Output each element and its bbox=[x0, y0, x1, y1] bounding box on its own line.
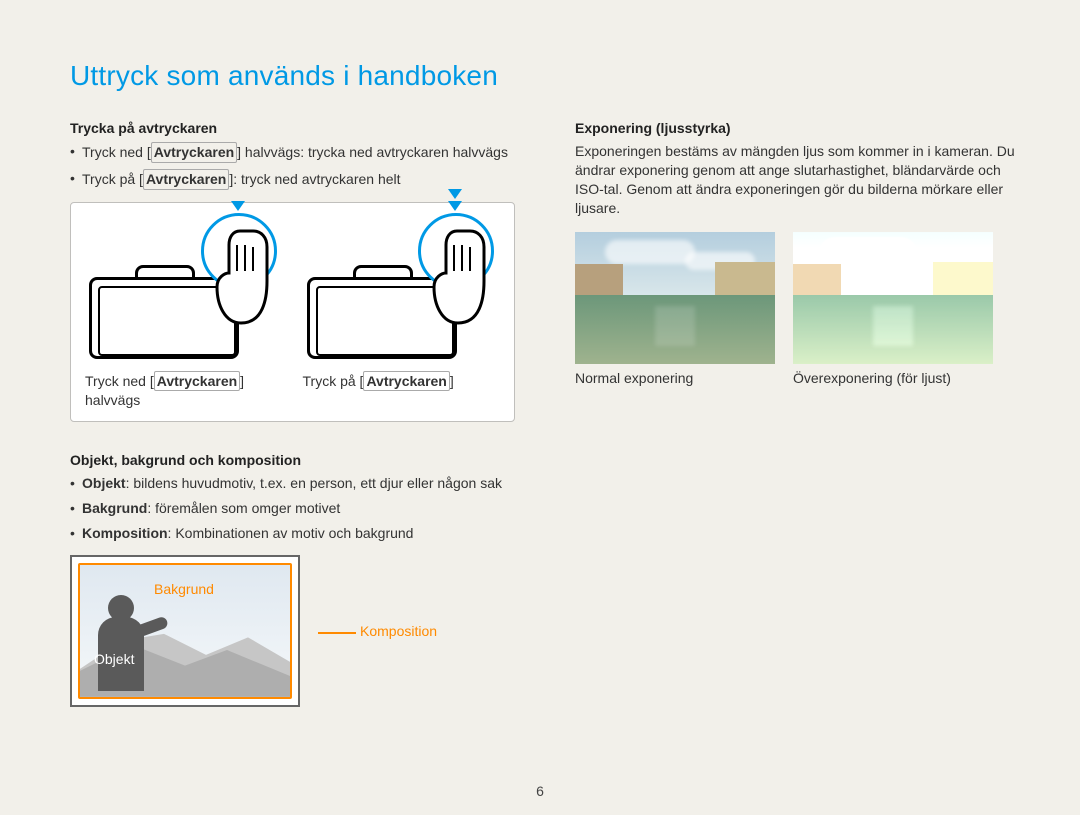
section2-bullets: Objekt: bildens huvudmotiv, t.ex. en per… bbox=[70, 474, 515, 543]
page-number: 6 bbox=[0, 783, 1080, 799]
example-photos bbox=[575, 232, 1020, 364]
key-label: Avtryckaren bbox=[154, 371, 240, 391]
term: Komposition bbox=[82, 525, 168, 541]
bullet-item: Bakgrund: föremålen som omger motivet bbox=[70, 499, 515, 518]
composition-diagram: Bakgrund Objekt bbox=[70, 555, 300, 707]
term: Bakgrund bbox=[82, 500, 147, 516]
hand-icon bbox=[422, 223, 492, 333]
bullet-item: Objekt: bildens huvudmotiv, t.ex. en per… bbox=[70, 474, 515, 493]
composition-diagram-row: Bakgrund Objekt Komposition bbox=[70, 555, 515, 707]
text: ] bbox=[450, 373, 454, 389]
text: ] halvvägs: trycka ned avtryckaren halvv… bbox=[237, 144, 508, 160]
text: Tryck på [ bbox=[82, 171, 143, 187]
section1-heading: Trycka på avtryckaren bbox=[70, 120, 515, 136]
definition: : bildens huvudmotiv, t.ex. en person, e… bbox=[126, 475, 502, 491]
text: Tryck ned [ bbox=[85, 373, 154, 389]
bullet-item: Komposition: Kombinationen av motiv och … bbox=[70, 524, 515, 543]
camera-full-press-illustration bbox=[303, 213, 501, 363]
text: ]: tryck ned avtryckaren helt bbox=[229, 171, 400, 187]
section2-heading: Objekt, bakgrund och komposition bbox=[70, 452, 515, 468]
label-bakgrund: Bakgrund bbox=[154, 581, 214, 597]
hand-icon bbox=[205, 223, 275, 333]
definition: : föremålen som omger motivet bbox=[147, 500, 340, 516]
exposure-heading: Exponering (ljusstyrka) bbox=[575, 120, 1020, 136]
bullet-item: Tryck ned [Avtryckaren] halvvägs: trycka… bbox=[70, 142, 515, 163]
arrow-down-icon bbox=[231, 201, 245, 211]
left-column: Trycka på avtryckaren Tryck ned [Avtryck… bbox=[70, 120, 515, 707]
right-column: Exponering (ljusstyrka) Exponeringen bes… bbox=[575, 120, 1020, 707]
key-label: Avtryckaren bbox=[151, 142, 237, 163]
caption-normal: Normal exponering bbox=[575, 370, 775, 386]
photo-normal-exposure bbox=[575, 232, 775, 364]
person-silhouette-icon bbox=[94, 595, 160, 691]
label-objekt: Objekt bbox=[94, 651, 134, 667]
photo-overexposure bbox=[793, 232, 993, 364]
exposure-body: Exponeringen bestäms av mängden ljus som… bbox=[575, 142, 1020, 218]
caption-over: Överexponering (för ljust) bbox=[793, 370, 993, 386]
page-title: Uttryck som används i handboken bbox=[70, 60, 1020, 92]
label-komposition: Komposition bbox=[360, 623, 437, 639]
arrow-down-icon bbox=[448, 201, 462, 211]
term: Objekt bbox=[82, 475, 126, 491]
text: Tryck på [ bbox=[303, 373, 364, 389]
key-label: Avtryckaren bbox=[143, 169, 229, 190]
camera-half-press-illustration bbox=[85, 213, 283, 363]
bullet-item: Tryck på [Avtryckaren]: tryck ned avtryc… bbox=[70, 169, 515, 190]
arrow-down-icon bbox=[448, 189, 462, 199]
text: Tryck ned [ bbox=[82, 144, 151, 160]
columns: Trycka på avtryckaren Tryck ned [Avtryck… bbox=[70, 120, 1020, 707]
definition: : Kombinationen av motiv och bakgrund bbox=[168, 525, 414, 541]
caption-half-press: Tryck ned [Avtryckaren] halvvägs bbox=[85, 371, 283, 409]
caption-full-press: Tryck på [Avtryckaren] bbox=[303, 371, 501, 409]
shutter-diagram: Tryck ned [Avtryckaren] halvvägs Tryck p… bbox=[70, 202, 515, 422]
manual-page: Uttryck som används i handboken Trycka p… bbox=[70, 60, 1020, 707]
section1-bullets: Tryck ned [Avtryckaren] halvvägs: trycka… bbox=[70, 142, 515, 190]
key-label: Avtryckaren bbox=[363, 371, 449, 391]
